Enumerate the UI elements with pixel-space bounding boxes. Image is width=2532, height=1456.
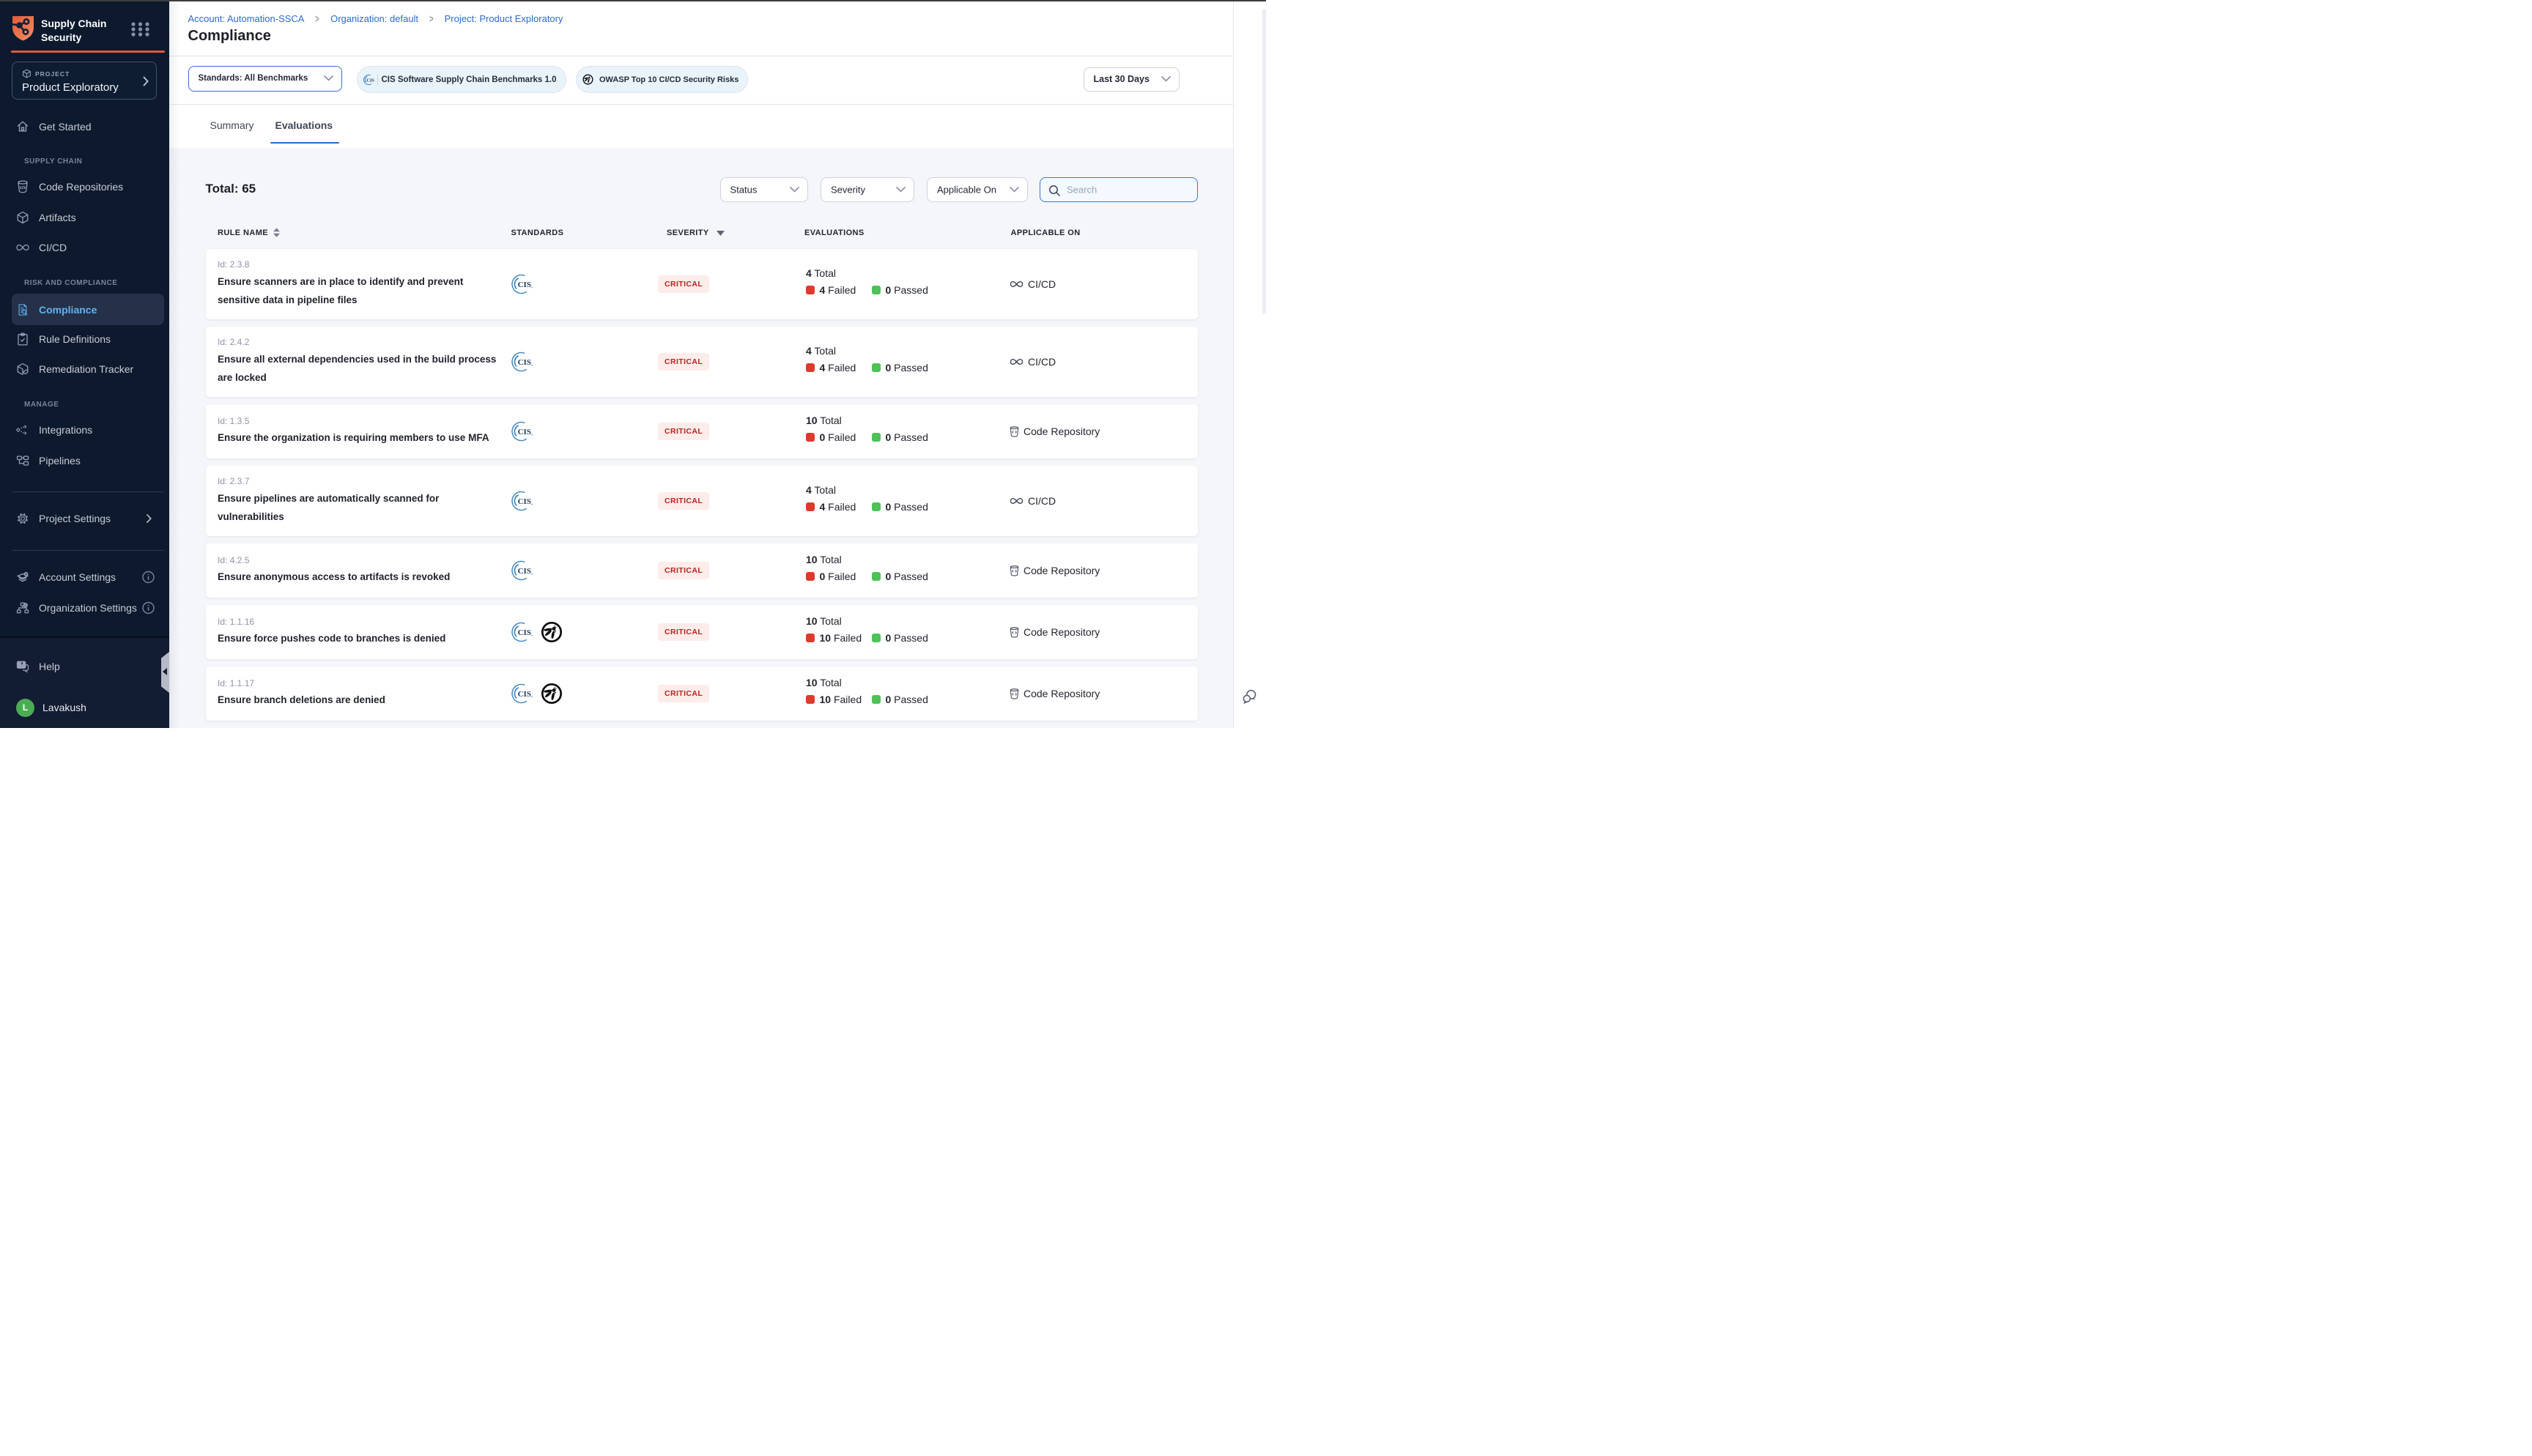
- svg-text:CIS: CIS: [518, 628, 531, 637]
- svg-text:CIS: CIS: [518, 358, 531, 367]
- svg-text:CIS: CIS: [518, 690, 531, 699]
- svg-text:CIS: CIS: [518, 497, 531, 506]
- svg-text:CIS: CIS: [518, 281, 531, 289]
- svg-text:CIS: CIS: [518, 567, 531, 576]
- svg-text:CIS: CIS: [518, 428, 531, 437]
- svg-text:CIS: CIS: [366, 78, 374, 83]
